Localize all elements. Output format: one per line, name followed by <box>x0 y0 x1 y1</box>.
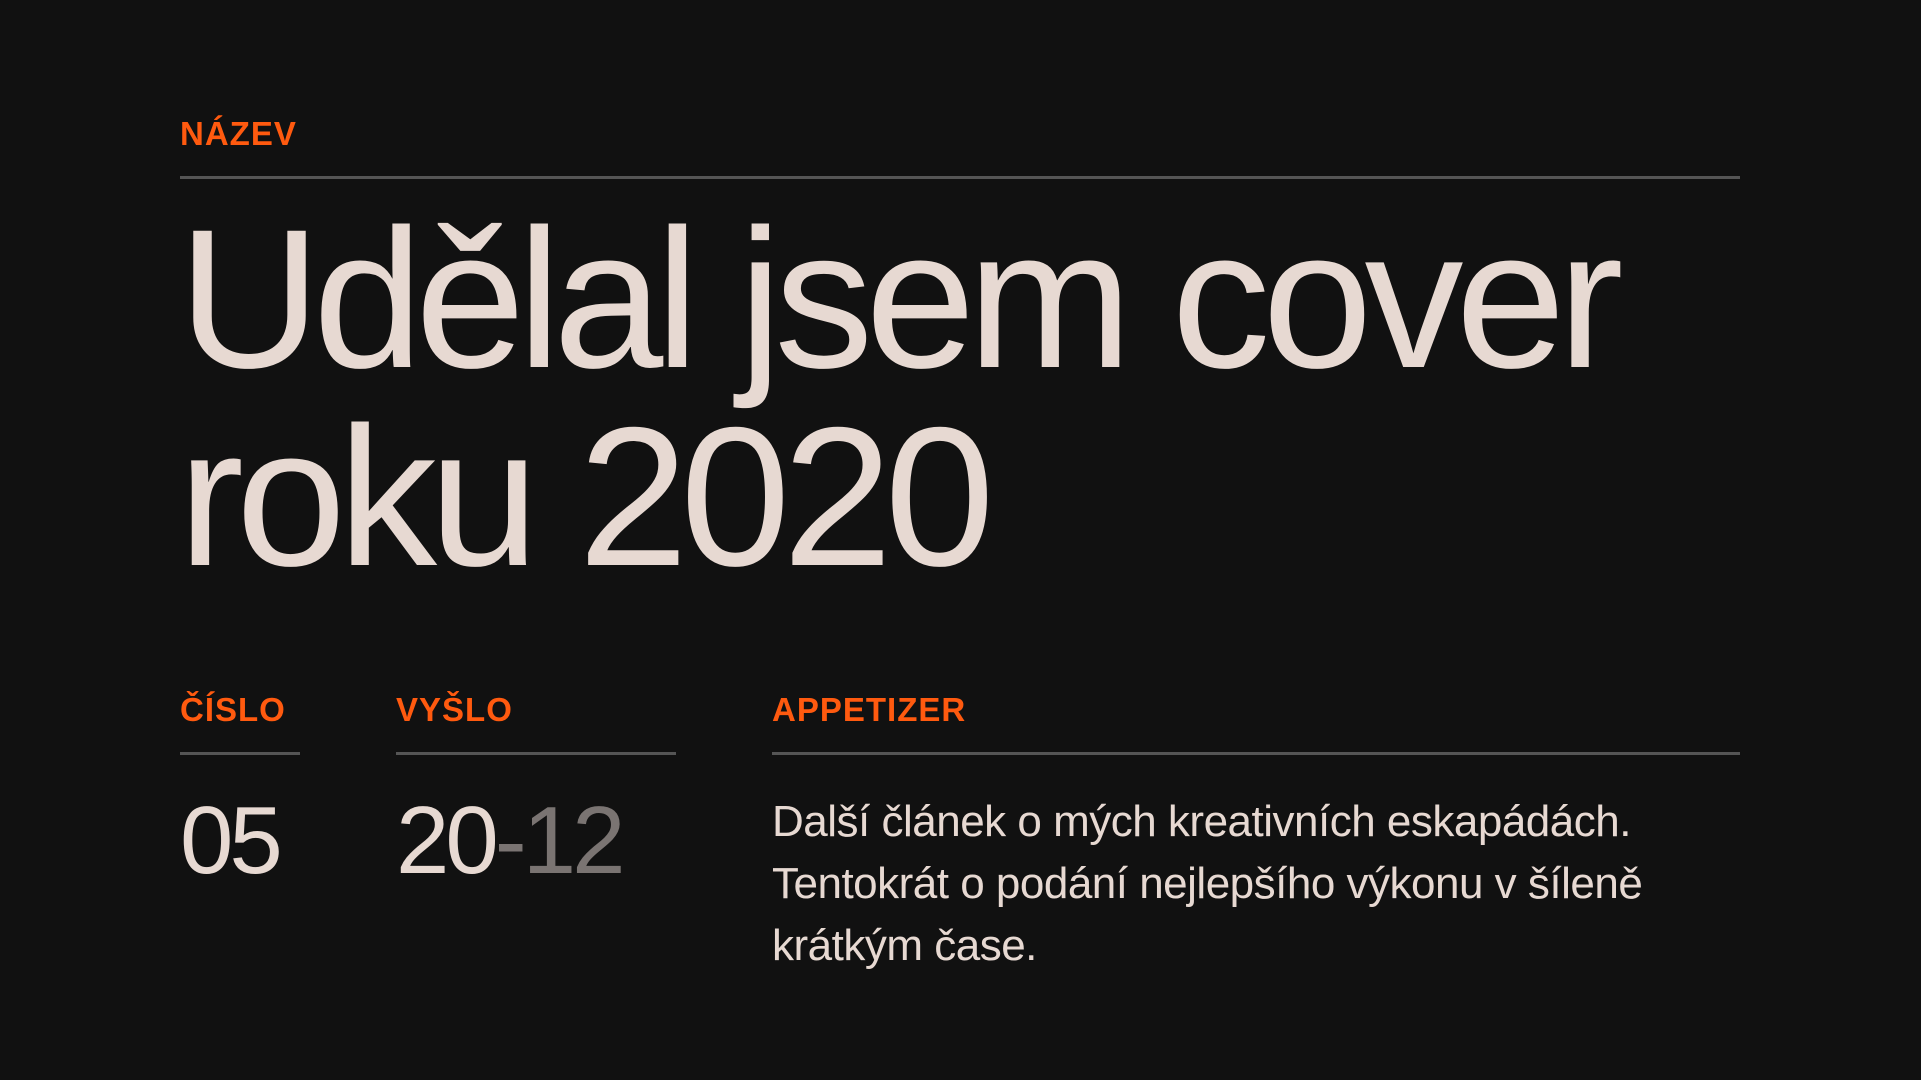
title-divider <box>180 176 1740 179</box>
appetizer-divider <box>772 752 1740 755</box>
page-title-line-2: roku 2020 <box>178 386 995 607</box>
issue-divider <box>180 752 300 755</box>
page-title: Udělal jsem cover roku 2020 <box>178 188 1624 607</box>
released-year: 20 <box>396 787 499 894</box>
issue-number: 05 <box>180 787 283 894</box>
page-title-line-1: Udělal jsem cover <box>178 188 1624 409</box>
appetizer-label: APPETIZER <box>772 691 967 728</box>
appetizer-text: Další článek o mých kreativních eskapádá… <box>772 797 1643 970</box>
released-separator: - <box>494 787 527 894</box>
released-date: 20-12 <box>396 793 626 889</box>
issue-label: ČÍSLO <box>180 691 286 728</box>
title-section-label: NÁZEV <box>180 115 297 152</box>
released-label: VYŠLO <box>396 691 513 728</box>
released-month: 12 <box>522 787 626 894</box>
released-divider <box>396 752 676 755</box>
